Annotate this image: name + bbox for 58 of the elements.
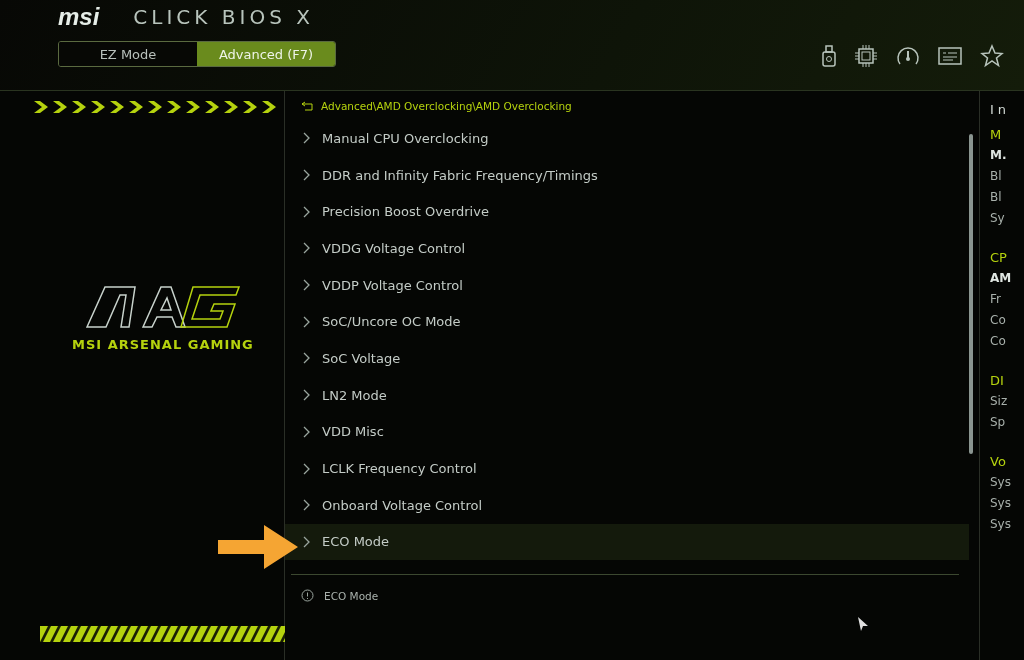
info-panel-text: Sys: [990, 495, 1012, 512]
info-panel-text: Sys: [990, 474, 1012, 491]
chevron-right-icon: [303, 535, 310, 548]
info-panel-text: Co: [990, 333, 1007, 350]
chevron-right-icon: [303, 462, 310, 475]
breadcrumb-path: Advanced\AMD Overclocking\AMD Overclocking: [321, 100, 572, 112]
star-icon[interactable]: [980, 44, 1004, 68]
card-icon[interactable]: [938, 46, 962, 66]
menu-item[interactable]: Manual CPU Overclocking: [285, 120, 969, 157]
brand-subtitle: MSI ARSENAL GAMING: [72, 337, 254, 352]
chevron-right-icon: [303, 425, 310, 438]
info-panel-text: Bl: [990, 168, 1003, 185]
chevron-right-icon: [303, 499, 310, 512]
menu-item[interactable]: DDR and Infinity Fabric Frequency/Timings: [285, 156, 969, 194]
chip-icon[interactable]: [854, 44, 878, 68]
info-panel-text: Sp: [990, 414, 1007, 431]
info-panel-text: Siz: [990, 393, 1009, 410]
info-icon: [301, 589, 314, 603]
bios-title: CLICK BIOS X: [133, 4, 314, 30]
info-panel-text: Bl: [990, 189, 1003, 206]
menu-item[interactable]: VDD Misc: [285, 413, 969, 451]
info-panel-text: M.: [990, 147, 1008, 164]
menu-item[interactable]: Precision Boost Overdrive: [285, 193, 969, 231]
info-panel-text: DI: [990, 372, 1005, 390]
chevron-right-icon: [303, 279, 310, 292]
info-panel-text: Sy: [990, 210, 1006, 227]
chevron-right-icon: [303, 132, 310, 145]
chevron-right-icon: [303, 315, 310, 328]
chevron-right-icon: [303, 389, 310, 402]
menu-item[interactable]: ECO Mode: [285, 523, 969, 561]
mode-tab[interactable]: Advanced (F7): [197, 42, 335, 66]
chevron-right-icon: [303, 169, 310, 182]
menu-item[interactable]: SoC Voltage: [285, 340, 969, 377]
menu-item[interactable]: SoC/Uncore OC Mode: [285, 303, 969, 341]
chevron-right-icon: [303, 205, 310, 218]
menu-item[interactable]: LN2 Mode: [285, 376, 969, 414]
chevron-right-icon: [303, 352, 310, 365]
info-panel-text: CP: [990, 249, 1008, 267]
scrollbar[interactable]: [969, 134, 973, 454]
info-panel-text: AM: [990, 270, 1013, 287]
info-panel-text: Co: [990, 312, 1007, 329]
info-panel-text: Sys: [990, 516, 1012, 533]
menu-item[interactable]: VDDP Voltage Control: [285, 266, 969, 304]
chevron-right-icon: [303, 242, 310, 255]
mode-tab[interactable]: EZ Mode: [59, 42, 197, 66]
info-panel-text: Vo: [990, 453, 1007, 471]
menu-item[interactable]: VDDG Voltage Control: [285, 230, 969, 267]
mouse-cursor-icon: [857, 616, 869, 632]
help-text: ECO Mode: [324, 589, 379, 602]
info-panel-text: Fr: [990, 291, 1002, 308]
back-icon[interactable]: [301, 101, 313, 111]
menu-item[interactable]: LCLK Frequency Control: [285, 450, 969, 487]
info-panel-text: In: [990, 101, 1012, 119]
info-panel-text: M: [990, 126, 1003, 144]
usb-drive-icon[interactable]: [822, 45, 836, 67]
gauge-icon[interactable]: [896, 45, 920, 67]
menu-item[interactable]: Onboard Voltage Control: [285, 486, 969, 524]
msi-logo-text: msi: [58, 3, 100, 31]
